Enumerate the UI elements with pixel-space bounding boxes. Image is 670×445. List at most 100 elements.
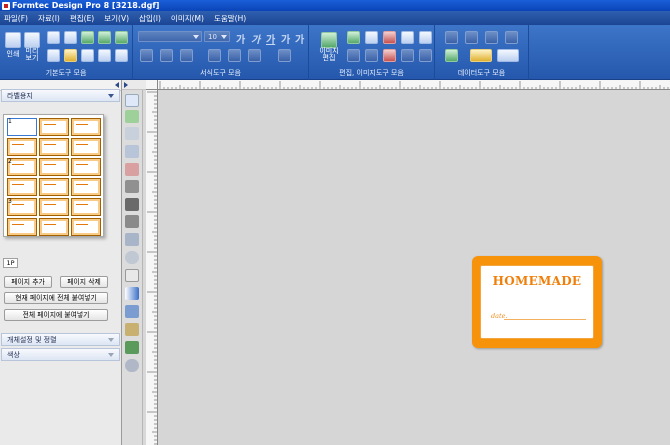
line-tool-icon[interactable] (125, 233, 139, 246)
db-merge-icon[interactable] (505, 31, 518, 44)
clipart-icon[interactable] (125, 323, 139, 336)
label-thumb[interactable] (71, 218, 101, 236)
align-middle-icon[interactable] (228, 49, 241, 62)
label-thumb[interactable] (71, 158, 101, 176)
expand-icon[interactable] (124, 82, 128, 88)
undo-icon[interactable] (383, 49, 396, 62)
copy-icon[interactable] (347, 31, 360, 44)
ruler-corner (146, 80, 158, 90)
page-tab-1p[interactable]: 1P (3, 258, 18, 268)
label-thumb[interactable] (7, 138, 37, 156)
image-insert-icon[interactable] (125, 110, 139, 123)
label-thumb[interactable] (71, 198, 101, 216)
wordart-icon[interactable] (125, 305, 139, 318)
label-design[interactable]: HOMEMADE date. (472, 256, 602, 348)
delete-icon[interactable] (419, 31, 432, 44)
color-section[interactable]: 색상 (1, 348, 120, 361)
label-thumb[interactable] (39, 138, 69, 156)
label-thumb[interactable] (71, 178, 101, 196)
paste-current-page-button[interactable]: 현재 페이지에 전체 붙여넣기 (4, 292, 108, 304)
paste-icon[interactable] (365, 31, 378, 44)
menu-edit[interactable]: 편집(E) (70, 13, 94, 24)
barcode-2-icon[interactable] (125, 215, 139, 228)
label-thumb[interactable] (7, 178, 37, 196)
font-size-combo[interactable]: 10 (204, 31, 230, 42)
horizontal-ruler (158, 80, 670, 90)
collapse-left-icon[interactable] (115, 82, 119, 88)
shadow-button[interactable]: 가 (295, 31, 304, 46)
page-thumbnail[interactable]: 1 2 3 (3, 114, 104, 237)
underline-button[interactable]: 가 (266, 31, 275, 46)
menu-data[interactable]: 자료(I) (38, 13, 60, 24)
new-file-icon[interactable] (47, 31, 60, 44)
preview-icon[interactable] (24, 32, 40, 48)
label-thumb[interactable] (71, 118, 101, 136)
label-thumb[interactable] (39, 218, 69, 236)
add-page-button[interactable]: 페이지 추가 (4, 276, 52, 288)
cut-icon[interactable] (383, 31, 396, 44)
bring-front-icon[interactable] (347, 49, 360, 62)
barcode-icon[interactable] (125, 198, 139, 211)
zoom-in-icon[interactable] (81, 49, 94, 62)
menu-image[interactable]: 이미지(M) (171, 13, 204, 24)
menu-insert[interactable]: 삽입(I) (139, 13, 161, 24)
label-thumb[interactable] (39, 118, 69, 136)
zoom-fit-icon[interactable] (115, 49, 128, 62)
group-icon[interactable] (419, 49, 432, 62)
db-chart-icon[interactable] (485, 31, 498, 44)
text-direction-icon[interactable] (278, 49, 291, 62)
shape-tool-icon[interactable] (125, 163, 139, 176)
align-top-icon[interactable] (208, 49, 221, 62)
vertical-text-icon[interactable] (125, 145, 139, 158)
align-center-icon[interactable] (160, 49, 173, 62)
label-thumb[interactable] (7, 218, 37, 236)
circle-tool-icon[interactable] (125, 251, 139, 264)
design-canvas[interactable]: HOMEMADE date. (158, 90, 670, 445)
italic-button[interactable]: 가 (251, 31, 260, 46)
save-as-icon[interactable] (98, 31, 111, 44)
duplicate-icon[interactable] (401, 31, 414, 44)
zoom-out-icon[interactable] (98, 49, 111, 62)
object-settings-section[interactable]: 개체설정 및 정렬 (1, 333, 120, 346)
align-left-icon[interactable] (140, 49, 153, 62)
rectangle-tool-icon[interactable] (125, 269, 139, 282)
save-icon[interactable] (81, 31, 94, 44)
align-bottom-icon[interactable] (248, 49, 261, 62)
label-paper-section[interactable]: 라벨용지 (1, 89, 120, 102)
outline-button[interactable]: 가 (281, 31, 290, 46)
data-folder-icon[interactable] (470, 49, 492, 62)
label-thumb[interactable] (39, 178, 69, 196)
gradient-icon[interactable] (125, 287, 139, 300)
db-connect-icon[interactable] (445, 31, 458, 44)
data-import-icon[interactable] (445, 49, 458, 62)
open-file-icon[interactable] (64, 31, 77, 44)
picture-icon[interactable] (125, 341, 139, 354)
label-thumb[interactable] (71, 138, 101, 156)
font-name-combo[interactable] (138, 31, 202, 42)
menu-file[interactable]: 파일(F) (4, 13, 28, 24)
menu-view[interactable]: 보기(V) (104, 13, 129, 24)
label-thumb[interactable] (39, 198, 69, 216)
text-box-icon[interactable] (125, 127, 139, 140)
redo-icon[interactable] (401, 49, 414, 62)
align-right-icon[interactable] (180, 49, 193, 62)
label-title[interactable]: HOMEMADE (481, 274, 593, 288)
menu-bar: 파일(F) 자료(I) 편집(E) 보기(V) 삽입(I) 이미지(M) 도움말… (0, 11, 670, 25)
print-icon[interactable] (5, 32, 21, 48)
menu-help[interactable]: 도움말(H) (214, 13, 246, 24)
qr-code-icon[interactable] (125, 180, 139, 193)
delete-page-button[interactable]: 페이지 삭제 (60, 276, 108, 288)
image-edit-icon[interactable] (321, 32, 337, 48)
label-thumb[interactable] (39, 158, 69, 176)
select-arrow-icon[interactable] (125, 94, 139, 107)
folder-icon[interactable] (64, 49, 77, 62)
label-thumb-inner (74, 161, 98, 173)
bold-button[interactable]: 가 (236, 31, 245, 46)
export-icon[interactable] (115, 31, 128, 44)
send-back-icon[interactable] (365, 49, 378, 62)
paste-all-pages-button[interactable]: 전체 페이지에 붙여넣기 (4, 309, 108, 321)
data-search-icon[interactable] (497, 49, 519, 62)
page-setup-icon[interactable] (47, 49, 60, 62)
db-table-icon[interactable] (465, 31, 478, 44)
stamp-icon[interactable] (125, 359, 139, 372)
